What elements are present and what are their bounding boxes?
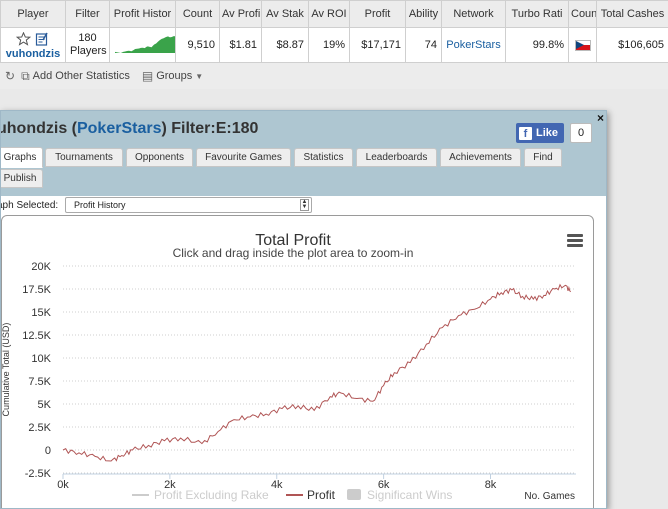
header-profit-history[interactable]: Profit Histor (109, 0, 176, 28)
total-cashes-cell: $106,605 (596, 27, 668, 63)
count-cell: 9,510 (175, 27, 220, 63)
x-tick-label: 8k (485, 479, 497, 491)
dialog-title-player: uhondzis ( (0, 120, 77, 137)
legend-profit[interactable]: Profit (286, 488, 336, 502)
player-dialog: uhondzis (PokerStars) Filter:E:180 f Lik… (0, 110, 607, 509)
network-cell: PokerStars (441, 27, 506, 63)
facebook-like-button[interactable]: f Like (516, 123, 564, 143)
tab-opponents[interactable]: Opponents (126, 148, 193, 167)
legend-significant-wins[interactable]: Significant Wins (347, 488, 452, 502)
tab-statistics[interactable]: Statistics (294, 148, 353, 167)
chart-subtitle: Click and drag inside the plot area to z… (173, 246, 414, 260)
like-count: 0 (570, 123, 592, 143)
window-icon: ⧉ (21, 68, 30, 83)
tab-tournaments[interactable]: Tournaments (45, 148, 123, 167)
player-cell: vuhondzis (0, 27, 66, 63)
y-tick-label: 15K (31, 307, 51, 319)
av-roi-cell: 19% (308, 27, 350, 63)
tab-graphs[interactable]: Graphs (1, 147, 43, 168)
legend-label: Profit Excluding Rake (154, 488, 269, 502)
y-tick-label: 12.5K (22, 330, 51, 342)
player-name-link[interactable]: vuhondzis (2, 48, 65, 60)
x-tick-label: 0k (57, 479, 69, 491)
y-tick-label: 2.5K (28, 422, 51, 434)
ability-cell: 74 (405, 27, 442, 63)
y-tick-label: 20K (31, 261, 51, 273)
tab-achievements[interactable]: Achievements (440, 148, 521, 167)
total-profit-chart: Total ProfitClick and drag inside the pl… (1, 232, 583, 502)
legend-profit-excluding-rake[interactable]: Profit Excluding Rake (132, 488, 269, 502)
stats-table: Player Filter Profit Histor Count Av Pro… (0, 0, 668, 63)
network-link[interactable]: PokerStars (446, 39, 500, 51)
tab-publish[interactable]: Publish (1, 169, 43, 188)
y-axis-label: Cumulative Total (USD) (1, 323, 11, 417)
caret-down-icon: ▼ (195, 71, 204, 81)
profit-cell: $17,171 (349, 27, 406, 63)
chart-menu-icon[interactable] (567, 234, 583, 247)
groups-dropdown[interactable]: ▤ Groups ▼ (142, 69, 203, 83)
facebook-icon: f (519, 126, 532, 140)
turbo-ratio-cell: 99.8% (505, 27, 569, 63)
add-other-statistics-button[interactable]: ⧉ Add Other Statistics (21, 69, 130, 84)
like-label: Like (536, 127, 559, 139)
dialog-title-filter: ) Filter:E:180 (161, 120, 259, 137)
chart-legend: Profit Excluding Rake Profit Significant W… (132, 488, 452, 502)
av-stake-cell: $8.87 (261, 27, 309, 63)
header-player[interactable]: Player (0, 0, 66, 28)
y-tick-label: 10K (31, 353, 51, 365)
x-axis-label: No. Games (524, 491, 575, 502)
dialog-title: uhondzis (PokerStars) Filter:E:180 (0, 120, 259, 138)
profit-sparkline (115, 35, 175, 53)
table-icon: ▤ (141, 69, 154, 83)
dialog-header: uhondzis (PokerStars) Filter:E:180 f Lik… (1, 111, 606, 196)
select-arrows-icon: ▲ ▼ (300, 199, 309, 211)
toolbar: ↻ ⧉ Add Other Statistics ▤ Groups ▼ (0, 63, 668, 89)
filter-cell: 180 Players (65, 27, 110, 63)
filter-players-label: Players (70, 45, 107, 57)
legend-label: Significant Wins (367, 488, 452, 502)
header-av-roi[interactable]: Av ROI (308, 0, 350, 28)
header-total-cashes[interactable]: Total Cashes (596, 0, 668, 28)
filter-count: 180 (78, 32, 97, 44)
header-network[interactable]: Network (441, 0, 506, 28)
header-turbo-ratio[interactable]: Turbo Rati (505, 0, 569, 28)
header-count[interactable]: Count (175, 0, 220, 28)
tab-favourite-games[interactable]: Favourite Games (196, 148, 291, 167)
y-tick-label: 17.5K (22, 284, 51, 296)
profit-series-line (62, 283, 572, 462)
x-tick-label: 4k (271, 479, 283, 491)
y-tick-label: 0 (45, 445, 51, 457)
header-country[interactable]: Coun (568, 0, 597, 28)
sparkline-area (115, 35, 175, 53)
stats-header-row: Player Filter Profit Histor Count Av Pro… (0, 0, 668, 28)
country-cell (568, 27, 597, 63)
tab-find[interactable]: Find (524, 148, 562, 167)
y-tick-label: 5K (38, 399, 52, 411)
table-row: vuhondzis 180 Players 9,510 $1.81 $8.87 … (0, 27, 668, 63)
header-profit[interactable]: Profit (349, 0, 406, 28)
notes-icon[interactable] (35, 32, 50, 46)
star-icon[interactable] (16, 31, 31, 46)
close-button[interactable]: × (593, 111, 606, 126)
legend-label: Profit (307, 488, 336, 502)
dialog-title-network[interactable]: PokerStars (77, 120, 162, 137)
graph-selected-label: aph Selected: (0, 200, 59, 211)
y-tick-label: 7.5K (28, 376, 51, 388)
groups-label: Groups (156, 70, 193, 82)
graph-select-value: Profit History (74, 200, 126, 210)
profit-history-cell (109, 27, 176, 63)
header-av-stake[interactable]: Av Stak (261, 0, 309, 28)
header-ability[interactable]: Ability (405, 0, 442, 28)
y-tick-label: -2.5K (25, 468, 52, 480)
tab-leaderboards[interactable]: Leaderboards (356, 148, 437, 167)
header-filter[interactable]: Filter (65, 0, 110, 28)
add-other-statistics-label: Add Other Statistics (32, 70, 130, 82)
header-av-profit[interactable]: Av Profi (219, 0, 262, 28)
graph-select[interactable]: Profit History ▲ ▼ (65, 197, 312, 213)
refresh-icon[interactable]: ↻ (5, 69, 15, 83)
av-profit-cell: $1.81 (219, 27, 262, 63)
czech-flag-icon (574, 39, 591, 51)
